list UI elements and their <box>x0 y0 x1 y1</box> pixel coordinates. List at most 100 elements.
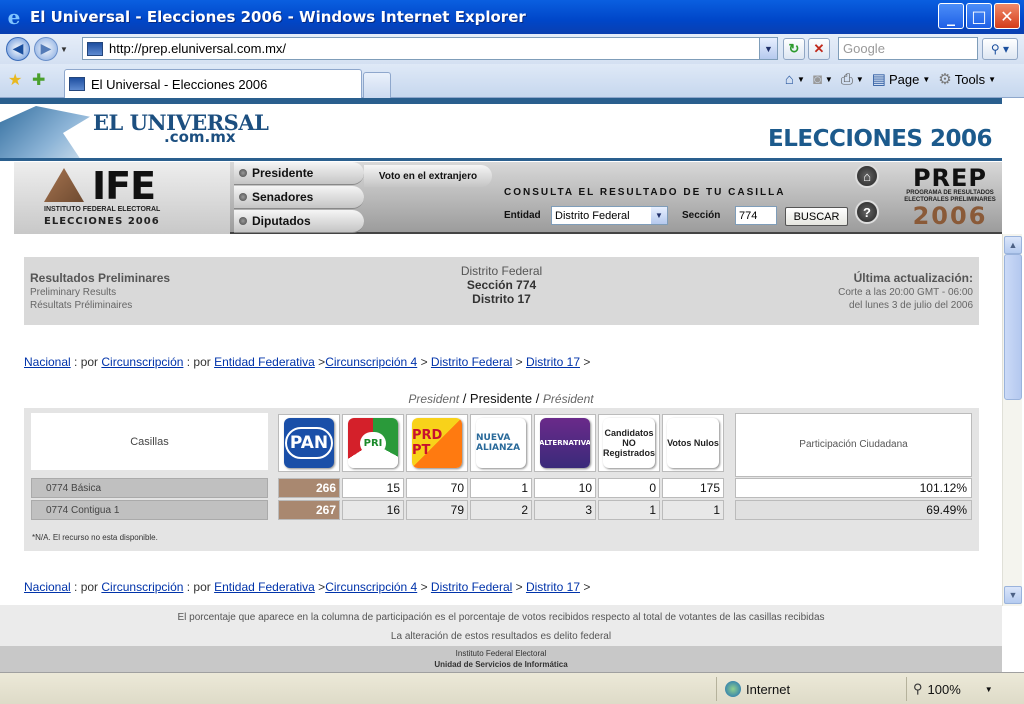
nav-senadores[interactable]: Senadores <box>234 186 364 209</box>
zoom-level: 100% <box>927 681 961 697</box>
results-title: Resultados Preliminares <box>30 271 171 285</box>
zoom-dropdown-icon[interactable]: ▼ <box>985 685 993 694</box>
votos-nulos-header: Votos Nulos <box>662 414 724 472</box>
crumb-entidad[interactable]: Entidad Federativa <box>214 355 315 369</box>
tab-favicon-icon <box>69 77 85 91</box>
print-button[interactable]: ⎙ ▼ <box>841 71 864 88</box>
close-button[interactable]: ✕ <box>994 3 1020 29</box>
minimize-button[interactable]: _ <box>938 3 964 29</box>
crumb-sep: > <box>512 355 523 369</box>
title-bar: e El Universal - Elecciones 2006 - Windo… <box>0 0 1024 34</box>
page-content: EL UNIVERSAL .com.mx ELECCIONES 2006 IFE… <box>0 98 1002 672</box>
buscar-button[interactable]: BUSCAR <box>785 207 848 226</box>
feeds-button[interactable]: ◙ ▼ <box>813 71 833 88</box>
table-cell: 3 <box>534 500 596 520</box>
crumb-entidad[interactable]: Entidad Federativa <box>214 580 315 594</box>
last-update-time: Corte a las 20:00 GMT - 06:00 <box>838 287 973 298</box>
home-icon[interactable]: ⌂ <box>855 164 879 188</box>
crumb-distrito-17[interactable]: Distrito 17 <box>526 580 580 594</box>
site-header: EL UNIVERSAL .com.mx ELECCIONES 2006 <box>0 98 1002 160</box>
page-menu-label: Page <box>888 71 920 87</box>
voto-extranjero-link[interactable]: Voto en el extranjero <box>364 165 492 187</box>
party-nueva-alianza: NUEVA ALIANZA <box>470 414 532 472</box>
table-row-label: 0774 Básica <box>31 478 268 498</box>
scroll-up-button[interactable]: ▲ <box>1004 236 1022 254</box>
tab-el-universal[interactable]: El Universal - Elecciones 2006 <box>64 69 362 98</box>
url-input[interactable]: http://prep.eluniversal.com.mx/ ▼ <box>82 37 778 60</box>
help-icon[interactable]: ? <box>855 200 879 224</box>
nav-diputados[interactable]: Diputados <box>234 210 364 233</box>
crumb-sep: > <box>314 355 326 369</box>
crumb-nacional[interactable]: Nacional <box>24 355 71 369</box>
casillas-header: Casillas <box>31 413 268 470</box>
crumb-circunscripcion[interactable]: Circunscripción <box>101 355 183 369</box>
url-text[interactable]: http://prep.eluniversal.com.mx/ <box>109 41 286 56</box>
footer-legal: La alteración de estos resultados es del… <box>390 631 612 642</box>
party-alternativa: ALTERNATIVA <box>534 414 596 472</box>
new-tab-button[interactable] <box>363 72 391 98</box>
crumb-circ4[interactable]: Circunscripción 4 <box>325 355 417 369</box>
crumb-sep: > <box>512 580 523 594</box>
entidad-label: Entidad <box>504 210 541 221</box>
prep-logo: PREP PROGRAMA DE RESULTADOS ELECTORALES … <box>900 166 1000 230</box>
results-title-fr: Résultats Préliminaires <box>30 300 133 311</box>
scroll-thumb[interactable] <box>1004 254 1022 400</box>
header-divider <box>0 158 1002 161</box>
crumb-nacional[interactable]: Nacional <box>24 580 71 594</box>
nueva-alianza-label: NUEVA ALIANZA <box>476 433 521 453</box>
nav-presidente[interactable]: Presidente <box>234 162 364 185</box>
table-cell: 1 <box>598 500 660 520</box>
entidad-select[interactable]: Distrito Federal ▼ <box>551 206 668 225</box>
crumb-circunscripcion[interactable]: Circunscripción <box>101 580 183 594</box>
pan-logo-icon: PAN <box>284 418 334 468</box>
crumb-distrito-federal[interactable]: Distrito Federal <box>431 355 512 369</box>
refresh-button[interactable]: ↻ <box>783 38 805 60</box>
crumb-circ4[interactable]: Circunscripción 4 <box>325 580 417 594</box>
history-dropdown-icon[interactable]: ▼ <box>58 37 70 61</box>
crumb-sep: > <box>417 580 428 594</box>
prd-pt-label: PRD PT <box>412 428 443 458</box>
scroll-down-button[interactable]: ▼ <box>1004 586 1022 604</box>
site-logo-line2[interactable]: .com.mx <box>164 128 236 146</box>
table-row-label: 0774 Contigua 1 <box>31 500 268 520</box>
crumb-distrito-17[interactable]: Distrito 17 <box>526 355 580 369</box>
chevron-down-icon[interactable]: ▼ <box>651 207 667 224</box>
vertical-scrollbar[interactable]: ▲ ▼ <box>1002 234 1022 606</box>
crumb-sep: : por <box>70 355 102 369</box>
tools-menu[interactable]: ⚙ Tools ▼ <box>938 70 996 88</box>
zoom-icon: ⚲ <box>913 681 923 696</box>
footer-credits: Instituto Federal Electoral Unidad de Se… <box>0 646 1002 672</box>
stop-button[interactable]: ✕ <box>808 38 830 60</box>
office-sep: / <box>459 391 470 406</box>
tab-bar: ★ ✚ El Universal - Elecciones 2006 ⌂ ▼ ◙ ▼… <box>0 64 1024 98</box>
seccion-input[interactable]: 774 <box>735 206 777 225</box>
url-dropdown-icon[interactable]: ▼ <box>759 38 777 59</box>
search-button[interactable]: ⚲ ▾ <box>982 38 1018 60</box>
crumb-sep: > <box>417 355 428 369</box>
table-cell: 266 <box>278 478 340 498</box>
office-title-en: President <box>408 392 460 406</box>
eagle-logo-icon <box>0 106 90 160</box>
party-prd-pt: PRD PT <box>406 414 468 472</box>
maximize-button[interactable]: □ <box>966 3 992 29</box>
zone-indicator[interactable]: Internet <box>716 677 906 701</box>
office-sep: / <box>532 391 543 406</box>
page-menu[interactable]: ▤ Page ▼ <box>872 70 930 88</box>
ife-logo[interactable]: IFE INSTITUTO FEDERAL ELECTORAL ELECCION… <box>14 162 230 234</box>
crumb-distrito-federal[interactable]: Distrito Federal <box>431 580 512 594</box>
crumb-sep: > <box>580 580 591 594</box>
ife-logo-sub2: ELECCIONES 2006 <box>44 216 160 227</box>
ie-icon: e <box>7 5 21 29</box>
last-update-title: Última actualización: <box>853 271 973 285</box>
section-title: ELECCIONES 2006 <box>768 126 993 152</box>
alternativa-label: ALTERNATIVA <box>540 439 590 447</box>
forward-button[interactable]: ▶ <box>34 37 58 61</box>
zoom-control[interactable]: ⚲ 100% ▼ <box>906 677 1018 701</box>
home-button[interactable]: ⌂ ▼ <box>785 71 805 88</box>
table-cell: 10 <box>534 478 596 498</box>
add-favorites-icon[interactable]: ✚ <box>32 70 45 90</box>
back-button[interactable]: ◀ <box>6 37 30 61</box>
zone-label: Internet <box>746 681 791 697</box>
search-input[interactable]: Google <box>838 37 978 60</box>
favorites-star-icon[interactable]: ★ <box>8 70 22 90</box>
